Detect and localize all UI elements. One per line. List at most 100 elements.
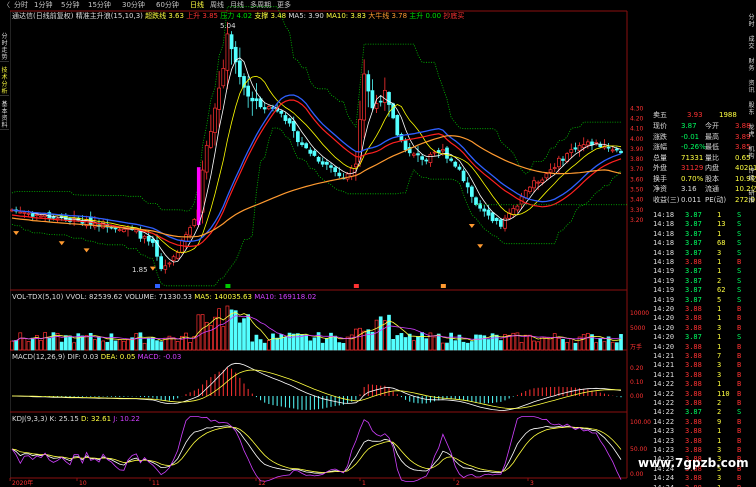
right-tab-0[interactable]: 分时: [747, 14, 756, 28]
candle-body-122: [515, 205, 520, 211]
vol-bar-52: [225, 305, 230, 351]
candle-body-95: [403, 139, 408, 151]
tick-cell-0: 14:20: [653, 314, 675, 323]
vol-bar-134: [565, 342, 569, 351]
tick-cell-0: 14:22: [653, 417, 675, 426]
tick-cell-0: 14:18: [653, 258, 675, 266]
vol-bar-133: [561, 339, 565, 351]
candle-body-62: [267, 106, 271, 110]
tick-cell-1: 3.88: [685, 323, 702, 332]
candle-body-47: [204, 145, 209, 173]
tick-row: 14:19 3.87 62 S: [641, 286, 747, 296]
right-tab-4[interactable]: 股东: [747, 102, 756, 116]
candle-body-85: [362, 73, 366, 121]
vol-bar-91: [387, 314, 391, 351]
tick-cell-0: 14:23: [653, 427, 675, 436]
vol-bar-132: [557, 337, 561, 351]
vol-bar-138: [581, 334, 586, 351]
vol-bar-27: [122, 340, 126, 351]
tick-cell-3: S: [737, 220, 742, 229]
right-tab-5[interactable]: 龙虎: [747, 124, 756, 138]
tick-cell-1: 3.87: [685, 229, 702, 238]
quote-row-2-l2: 最低: [705, 143, 719, 151]
vol-bar-63: [271, 333, 275, 351]
tick-row: 14:23 3.88 3 B: [641, 446, 747, 456]
kdj-legend-name: KDJ(9,3,3): [12, 415, 48, 423]
quote-row-3-l: 总量: [653, 153, 667, 162]
tick-row: 14:20 3.88 1 B: [641, 343, 747, 353]
watermark: www.7gpzb.com: [638, 456, 749, 470]
tick-cell-0: 14:23: [653, 446, 675, 454]
vol-bar-105: [445, 342, 449, 351]
vol-bar-36: [159, 341, 163, 351]
candle-body-92: [391, 103, 395, 119]
tick-cell-2: 1: [717, 436, 722, 445]
tick-cell-1: 3.88: [685, 258, 702, 266]
vol-bar-109: [461, 341, 466, 351]
tick-cell-0: 14:20: [653, 305, 675, 313]
x-tick-4: 1: [362, 480, 366, 487]
quote-panel: 卖五 3.93 1988 现价 3.87 今开 3.88 涨跌 -0.01 最高 3.89 涨幅 -0.…: [641, 110, 756, 487]
vol-bar-39: [171, 337, 176, 351]
candle-body-141: [594, 142, 598, 144]
tick-cell-2: 1: [717, 333, 722, 342]
vol-bar-35: [155, 340, 159, 351]
vol-bar-127: [536, 341, 540, 351]
vol-bar-85: [362, 330, 366, 351]
tick-cell-1: 3.88: [685, 474, 702, 483]
right-tab-7[interactable]: 评级: [747, 168, 756, 182]
right-tab-6[interactable]: 机构: [747, 146, 756, 160]
tick-cell-0: 14:19: [653, 267, 675, 276]
red-trend-line: [11, 99, 622, 247]
tick-cell-0: 14:19: [653, 295, 675, 304]
low-price-mark: 1.85: [132, 266, 148, 274]
tick-cell-3: B: [737, 484, 741, 487]
quote-row-3-l2: 量比: [705, 153, 719, 162]
tick-cell-2: 1: [717, 258, 722, 266]
vol-bar-7: [39, 340, 43, 351]
tick-cell-0: 14:22: [653, 389, 675, 398]
candle-body-66: [283, 115, 288, 121]
tick-cell-2: 62: [717, 286, 726, 295]
quote-row-3-v: 71331: [681, 153, 704, 162]
right-tab-2[interactable]: 财务: [747, 58, 756, 72]
candle-body-135: [569, 149, 574, 153]
vol-bar-120: [507, 334, 511, 351]
right-tab-8[interactable]: 研报: [747, 190, 756, 204]
vol-bar-9: [47, 337, 52, 351]
candle-body-5: [30, 213, 35, 217]
buy-signal-icon-1: [58, 241, 65, 246]
vol-bar-25: [113, 340, 118, 351]
vol-bar-118: [499, 340, 503, 351]
tick-row: 14:18 3.87 1 S: [641, 211, 747, 221]
quote-row-6-v: 3.16: [681, 185, 697, 193]
vol-bar-8: [43, 332, 47, 351]
tick-cell-1: 3.88: [685, 352, 702, 360]
vol-bar-71: [304, 334, 308, 351]
right-tab-1[interactable]: 成交: [747, 36, 756, 50]
tick-row: 14:18 3.87 68 S: [641, 239, 747, 249]
tick-cell-1: 3.87: [685, 239, 702, 248]
candle-body-100: [424, 159, 429, 162]
tick-cell-3: S: [737, 276, 742, 285]
tick-cell-3: S: [737, 295, 742, 304]
candle-body-49: [213, 107, 217, 133]
candle-body-121: [511, 208, 516, 216]
vol-bar-33: [146, 338, 151, 351]
tick-cell-1: 3.87: [685, 220, 702, 229]
main-label: 主升: [409, 12, 424, 20]
quote-row-0-v: 3.87: [681, 122, 697, 130]
tick-row: 14:18 3.87 13 S: [641, 220, 747, 230]
dif-line: [11, 362, 622, 412]
macd-legend-macd: MACD: -0.03: [137, 353, 182, 361]
right-tab-3[interactable]: 资讯: [747, 80, 756, 94]
main-legend: 通达信(日线前复权) 精准主升浪(15,10,3) 超跌线 3.63 上升 3.…: [12, 12, 464, 20]
candle-body-6: [35, 214, 39, 216]
quote-row-1-l: 涨跌: [653, 132, 667, 141]
vol-bar-55: [238, 322, 242, 351]
tick-cell-3: B: [737, 436, 742, 445]
vol-legend-volume: VOLUME: 71330.53: [124, 293, 192, 301]
candle-body-79: [337, 172, 342, 177]
tick-cell-0: 14:24: [653, 474, 675, 483]
vol-bar-86: [366, 329, 371, 351]
